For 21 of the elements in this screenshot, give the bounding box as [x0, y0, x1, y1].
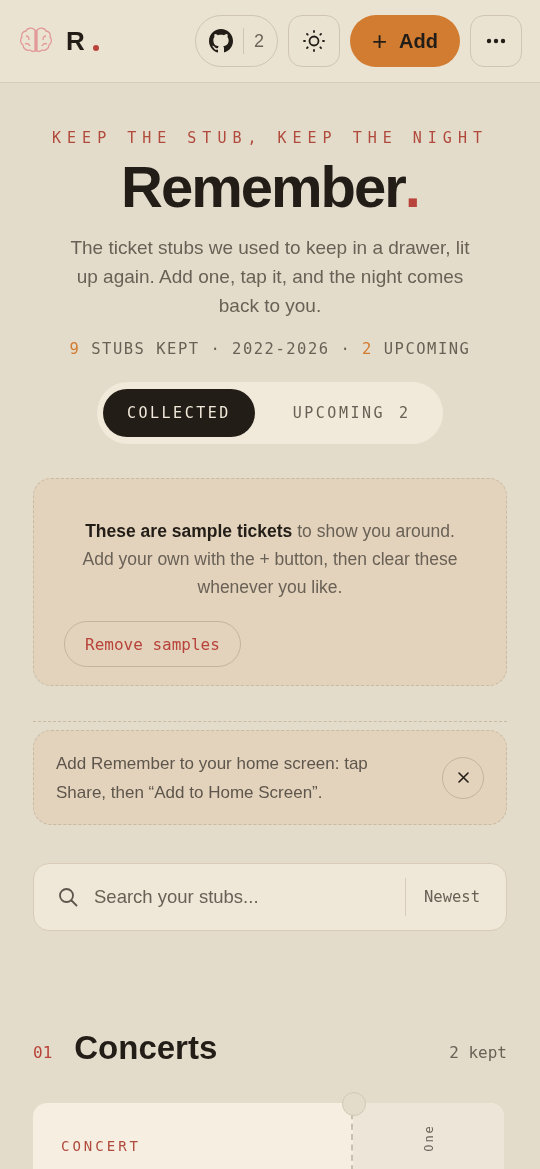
- search-field[interactable]: Search your stubs... Newest: [33, 863, 507, 931]
- stats-count: 2: [362, 340, 373, 358]
- section-count: 2 kept: [449, 1042, 507, 1062]
- ticket-card[interactable]: CONCERT One: [33, 1103, 504, 1169]
- view-tab[interactable]: UPCOMING 2: [268, 389, 435, 437]
- add-button[interactable]: + Add: [349, 15, 460, 67]
- stats-label: STUBS KEPT · 2022-2026 ·: [91, 340, 352, 358]
- section-title: Concerts: [74, 1029, 219, 1067]
- page-title: Remember: [121, 155, 405, 219]
- sample-notice-text: These are sample tickets to show you around. Add your own with the + button, then clear these whenever you like.: [81, 520, 459, 599]
- stats-label: UPCOMING: [383, 340, 471, 358]
- ticket-category: CONCERT: [61, 1138, 141, 1154]
- install-notice-text: Add Remember to your home screen: tap Share, then “Add to Home Screen”.: [56, 752, 369, 804]
- stub-text: One: [421, 1124, 436, 1152]
- stats-count: 9: [69, 340, 81, 358]
- sort-button[interactable]: Newest: [405, 878, 506, 916]
- section-number: 01: [33, 1042, 53, 1062]
- brand-logo: R: [66, 25, 85, 57]
- kicker: KEEP THE STUB, KEEP THE NIGHT: [52, 129, 488, 147]
- view-tab[interactable]: COLLECTED: [103, 389, 255, 437]
- intro-text: The ticket stubs we used to keep in a drawer, lit up again. Add one, tap it, and the night comes back to you.: [69, 236, 471, 318]
